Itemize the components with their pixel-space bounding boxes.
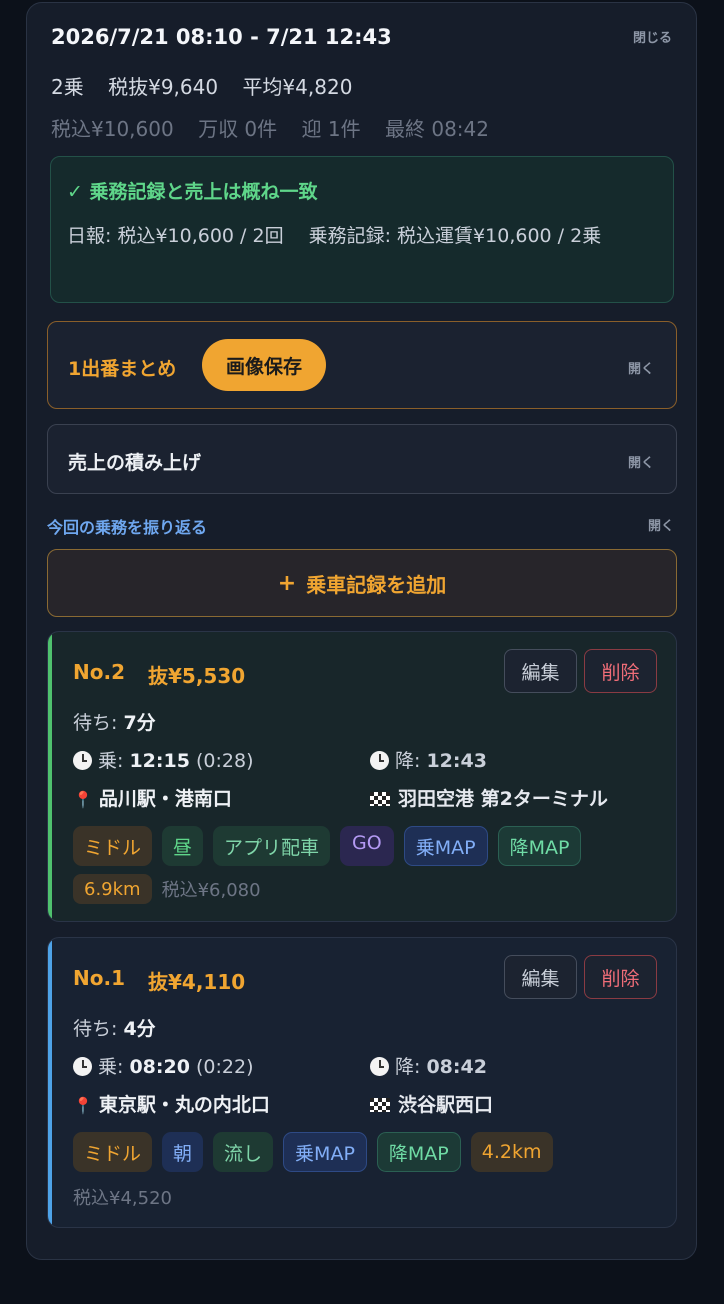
ride-fare: 抜¥5,530	[148, 664, 246, 688]
dropoff-map-button[interactable]: 降MAP	[376, 1132, 461, 1172]
delete-button[interactable]: 削除	[584, 955, 657, 999]
fare-incl-tax: 税込¥6,080	[161, 880, 261, 901]
fare-incl-tax: 税込¥4,520	[73, 1188, 172, 1209]
pin-icon: 📍	[73, 1096, 93, 1115]
ride-card: No.1 抜¥4,110 編集 削除 待ち: 4分 乗: 08:20 (0:22…	[47, 937, 677, 1228]
save-image-button[interactable]: 画像保存	[202, 339, 326, 391]
board-time: 乗: 08:20 (0:22)	[73, 1052, 253, 1079]
dropoff-location: 渋谷駅西口	[370, 1090, 493, 1117]
shift-period-title: 2026/7/21 08:10 - 7/21 12:43	[51, 25, 392, 49]
checkered-flag-icon	[370, 1098, 390, 1112]
ride-number: No.1	[73, 966, 125, 990]
add-ride-label: 乗車記録を追加	[306, 572, 447, 597]
sales-incl-tax: 税込¥10,600	[51, 117, 174, 141]
tag-distance: 6.9km	[73, 874, 152, 904]
shift-summary-open[interactable]: 開く	[628, 358, 654, 377]
sales-stack-panel[interactable]: 売上の積み上げ 開く	[47, 424, 677, 494]
tag-distance-class: ミドル	[73, 1132, 153, 1172]
sales-stack-open[interactable]: 開く	[628, 452, 654, 471]
clock-icon	[370, 751, 389, 770]
shift-summary-panel[interactable]: 1出番まとめ 画像保存 開く	[47, 321, 677, 409]
clock-icon	[73, 751, 92, 770]
pickup-location: 📍 品川駅・港南口	[73, 788, 232, 810]
summary-line-1: 2乗 税抜¥9,640 平均¥4,820	[51, 71, 370, 100]
ride-number: No.2	[73, 660, 125, 684]
tag-app-go: GO	[340, 826, 394, 866]
tag-ride-type: 流し	[213, 1132, 274, 1172]
tag-time-of-day: 昼	[162, 826, 204, 866]
close-button[interactable]: 閉じる	[633, 27, 672, 46]
review-link[interactable]: 今回の乗務を振り返る	[47, 514, 207, 538]
edit-button[interactable]: 編集	[504, 649, 577, 693]
add-ride-button[interactable]: + 乗車記録を追加	[47, 549, 677, 617]
shift-summary-label: 1出番まとめ	[68, 358, 177, 380]
ride-tags: ミドル 朝 流し 乗MAP 降MAP 4.2km 税込¥4,520	[73, 1132, 653, 1214]
plus-icon: +	[277, 570, 297, 596]
edit-button[interactable]: 編集	[504, 955, 577, 999]
pickup-map-button[interactable]: 乗MAP	[283, 1132, 367, 1172]
wait-time: 待ち: 7分	[73, 712, 156, 734]
average-fare: 平均¥4,820	[242, 75, 353, 99]
clock-icon	[370, 1057, 389, 1076]
tag-distance-class: ミドル	[73, 826, 153, 866]
alight-time: 降: 12:43	[370, 746, 487, 773]
dropoff-map-button[interactable]: 降MAP	[497, 826, 582, 866]
tag-distance: 4.2km	[470, 1132, 553, 1172]
wait-time: 待ち: 4分	[73, 1018, 156, 1040]
pickup-count: 迎 1件	[301, 117, 361, 141]
last-time: 最終 08:42	[384, 117, 489, 141]
reconciliation-box: ✓ 乗務記録と売上は概ね一致 日報: 税込¥10,600 / 2回 乗務記録: …	[50, 156, 674, 303]
reconciliation-title: ✓ 乗務記録と売上は概ね一致	[67, 181, 318, 203]
dropoff-location: 羽田空港 第2ターミナル	[370, 784, 608, 811]
tag-time-of-day: 朝	[162, 1132, 204, 1172]
man-shu-count: 万収 0件	[198, 117, 278, 141]
ride-accent-bar	[48, 938, 52, 1227]
tag-ride-type: アプリ配車	[213, 826, 331, 866]
summary-line-2: 税込¥10,600 万収 0件 迎 1件 最終 08:42	[51, 113, 507, 142]
clock-icon	[73, 1057, 92, 1076]
sales-stack-label: 売上の積み上げ	[68, 452, 202, 474]
review-open[interactable]: 開く	[648, 515, 674, 534]
ride-count: 2乗	[51, 75, 84, 99]
pickup-map-button[interactable]: 乗MAP	[403, 826, 488, 866]
ride-card: No.2 抜¥5,530 編集 削除 待ち: 7分 乗: 12:15 (0:28…	[47, 631, 677, 922]
sales-excl-tax: 税抜¥9,640	[108, 75, 219, 99]
ride-tags: ミドル 昼 アプリ配車 GO 乗MAP 降MAP 6.9km 税込¥6,080	[73, 826, 653, 904]
delete-button[interactable]: 削除	[584, 649, 657, 693]
ride-fare: 抜¥4,110	[148, 970, 246, 994]
pin-icon: 📍	[73, 790, 93, 809]
alight-time: 降: 08:42	[370, 1052, 487, 1079]
pickup-location: 📍 東京駅・丸の内北口	[73, 1094, 270, 1116]
shift-detail-card: 2026/7/21 08:10 - 7/21 12:43 閉じる 2乗 税抜¥9…	[26, 2, 697, 1260]
board-time: 乗: 12:15 (0:28)	[73, 746, 253, 773]
checkered-flag-icon	[370, 792, 390, 806]
reconciliation-detail: 日報: 税込¥10,600 / 2回 乗務記録: 税込運賃¥10,600 / 2…	[67, 225, 602, 247]
ride-accent-bar	[48, 632, 52, 921]
